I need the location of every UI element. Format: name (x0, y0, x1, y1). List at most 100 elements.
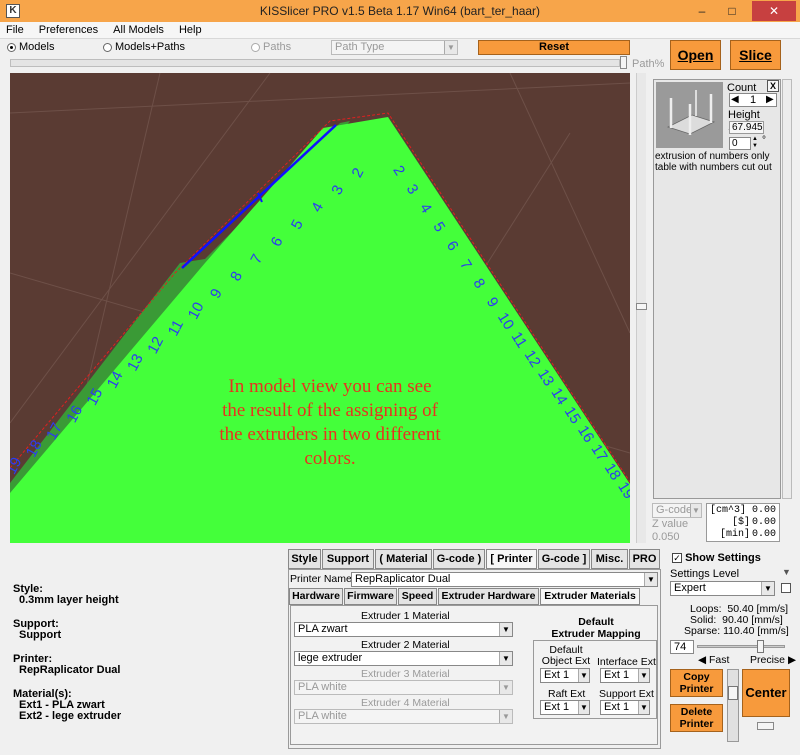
minimize-button[interactable]: – (688, 1, 716, 21)
stats-box: [cm^3] 0.00 [$] 0.00 [min] 0.00 (706, 503, 780, 542)
sparse-speed: Sparse: 110.40 [mm/s] (684, 625, 789, 637)
reset-button[interactable]: Reset (478, 40, 630, 55)
model-description[interactable]: extrusion of numbers only table with num… (655, 151, 781, 173)
path-slider-track[interactable] (10, 59, 620, 67)
maximize-button[interactable]: □ (718, 1, 746, 21)
rotation-spin-icon[interactable]: ▲ ▼ (752, 136, 760, 150)
tab-pro[interactable]: PRO (629, 549, 660, 569)
fast-text: Fast (709, 654, 730, 666)
vertical-splitter[interactable] (727, 669, 739, 742)
speed-slider-handle[interactable] (757, 640, 764, 653)
tab-support[interactable]: Support (322, 549, 374, 569)
material-2-value: Ext2 - lege extruder (19, 710, 122, 722)
radio-paths: Paths (251, 41, 291, 53)
cost-value: 0.00 (751, 517, 776, 528)
tab-material-gcode[interactable]: G-code ) (433, 549, 485, 569)
slice-label: Slice (739, 47, 772, 63)
ext4-value: PLA white (298, 710, 347, 722)
tab-material[interactable]: ( Material (375, 549, 432, 569)
stepper-right-icon[interactable]: ▶ (766, 94, 774, 105)
settings-level-checkbox[interactable] (781, 583, 791, 593)
subtab-extruder-materials[interactable]: Extruder Materials (540, 588, 640, 605)
arrow-left-icon: ◀ (698, 654, 707, 666)
ext2-select[interactable]: lege extruder ▼ (294, 651, 513, 666)
tab-style[interactable]: Style (288, 549, 321, 569)
menu-all-models[interactable]: All Models (107, 22, 170, 36)
close-button[interactable]: ✕ (752, 1, 796, 21)
chevron-down-icon: ▼ (578, 701, 589, 714)
ext4-label: Extruder 4 Material (361, 697, 450, 709)
ext3-value: PLA white (298, 681, 347, 693)
cost-unit: [$] (732, 517, 751, 528)
model-list-scrollbar[interactable] (782, 79, 792, 499)
ext1-select[interactable]: PLA zwart ▼ (294, 622, 513, 637)
support-ext-label: Support Ext (599, 688, 654, 700)
rotation-input[interactable]: 0 (729, 137, 751, 150)
default-object-ext-value: Ext 1 (544, 669, 570, 681)
slice-button[interactable]: Slice (730, 40, 781, 70)
interface-ext-value: Ext 1 (604, 669, 630, 681)
ext2-label: Extruder 2 Material (361, 639, 450, 651)
menu-file[interactable]: File (0, 22, 30, 36)
layer-slider-handle[interactable] (636, 303, 647, 310)
menu-help[interactable]: Help (173, 22, 208, 36)
subtab-firmware[interactable]: Firmware (344, 588, 397, 605)
chevron-down-icon: ▼ (644, 573, 657, 586)
interface-ext-select[interactable]: Ext 1 ▼ (600, 668, 650, 683)
chevron-down-icon: ▼ (578, 669, 589, 682)
ext1-label: Extruder 1 Material (361, 610, 450, 622)
speed-slider-track[interactable] (697, 645, 785, 648)
collapse-arrow-icon[interactable]: ▼ (782, 567, 791, 577)
model-thumbnail[interactable] (656, 82, 723, 148)
show-settings-toggle[interactable]: ✓ Show Settings (672, 552, 761, 564)
radio-models-paths-indicator (103, 42, 112, 52)
speed-value[interactable]: 74 (670, 640, 694, 654)
checkbox-checked-icon: ✓ (672, 553, 682, 564)
settings-level-label: Settings Level (670, 568, 740, 580)
menu-preferences[interactable]: Preferences (33, 22, 104, 36)
tab-printer[interactable]: [ Printer (486, 549, 537, 569)
remove-model-button[interactable]: X (767, 80, 779, 92)
delete-printer-button[interactable]: Delete Printer (670, 704, 723, 732)
copy-printer-button[interactable]: Copy Printer (670, 669, 723, 697)
stepper-left-icon[interactable]: ◀ (731, 94, 739, 105)
settings-level-value: Expert (674, 582, 706, 594)
arrow-right-icon: ▶ (787, 654, 797, 666)
radio-models-paths[interactable]: Models+Paths (103, 41, 185, 53)
tab-printer-gcode[interactable]: G-code ] (538, 549, 590, 569)
raft-ext-value: Ext 1 (544, 701, 570, 713)
open-button[interactable]: Open (670, 40, 721, 70)
settings-level-select[interactable]: Expert ▼ (670, 581, 775, 596)
annotation-line-3: the extruders in two different (219, 424, 441, 445)
raft-ext-select[interactable]: Ext 1 ▼ (540, 700, 590, 715)
model-viewport[interactable]: 2 3 4 5 6 7 8 9 10 11 12 13 14 15 16 17 18 19 2 3 4 5 6 7 8 9 10 1… (10, 73, 630, 543)
chevron-down-icon: ▼ (444, 41, 457, 54)
default-object-ext-label: Default Object Ext (541, 644, 591, 667)
height-value[interactable]: 67.945 (729, 121, 764, 134)
splitter-handle[interactable] (728, 686, 738, 700)
open-label: Open (677, 47, 714, 63)
model-list-panel: Count X ◀ 1 ▶ Height 10% 67.945 0 ▲▼ ° e… (653, 79, 781, 499)
printer-name-select[interactable]: RepRaplicator Dual ▼ (351, 572, 658, 587)
support-ext-select[interactable]: Ext 1 ▼ (600, 700, 650, 715)
chevron-down-icon: ▼ (499, 652, 512, 665)
precise-label: Precise ▶ (750, 654, 796, 666)
subtab-hardware[interactable]: Hardware (289, 588, 343, 605)
count-value: 1 (750, 94, 757, 106)
ext4-select: PLA white ▼ (294, 709, 513, 724)
radio-models[interactable]: Models (7, 41, 54, 53)
printer-name-label: Printer Name (290, 573, 352, 585)
path-slider-handle[interactable] (620, 56, 627, 69)
count-stepper[interactable]: ◀ 1 ▶ (729, 93, 777, 107)
radio-models-indicator (7, 42, 16, 52)
tab-misc[interactable]: Misc. (591, 549, 628, 569)
radio-paths-label: Paths (263, 41, 292, 53)
default-object-ext-select[interactable]: Ext 1 ▼ (540, 668, 590, 683)
subtab-extruder-hardware[interactable]: Extruder Hardware (438, 588, 539, 605)
ext2-value: lege extruder (298, 652, 363, 664)
time-value: 0.00 (751, 529, 776, 540)
subtab-speed[interactable]: Speed (398, 588, 437, 605)
interface-ext-label: Interface Ext (597, 656, 656, 668)
center-slider-handle[interactable] (757, 722, 774, 730)
center-button[interactable]: Center (742, 669, 790, 717)
